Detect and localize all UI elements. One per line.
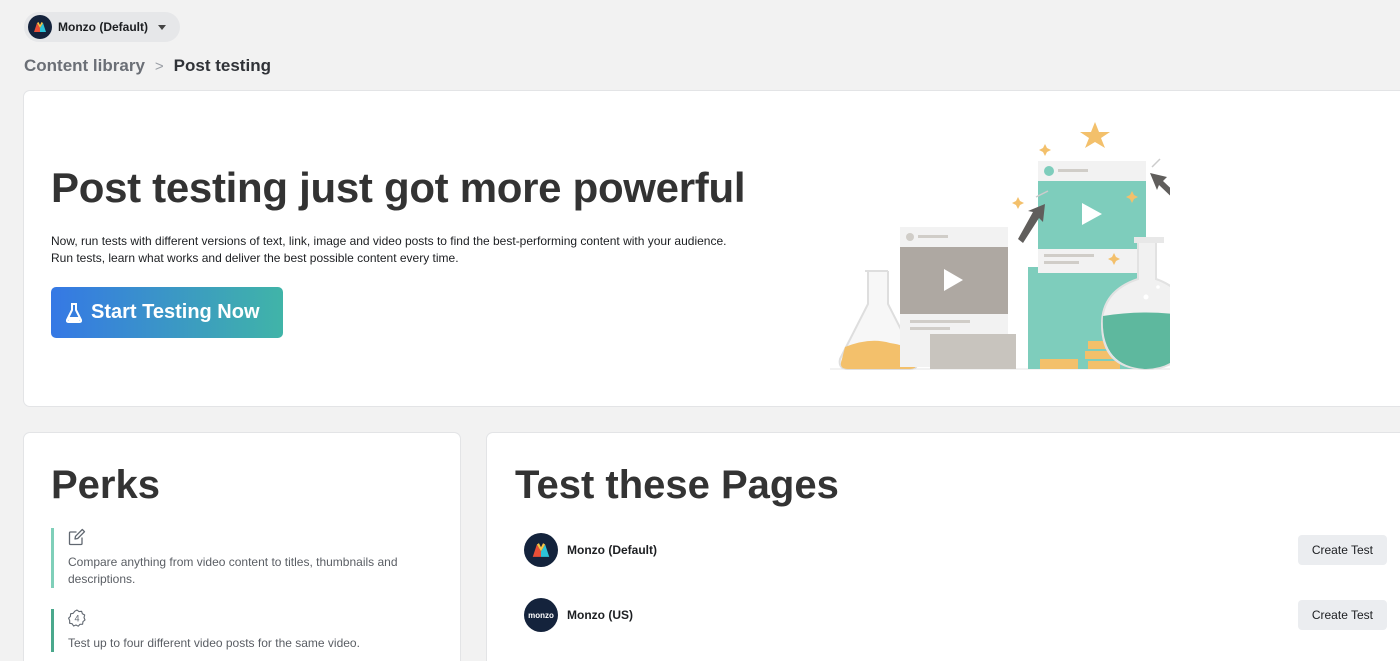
start-testing-button[interactable]: Start Testing Now [51,287,283,338]
left-video-card [900,227,1016,369]
create-test-button[interactable]: Create Test [1297,535,1387,565]
breadcrumb-separator-icon: > [154,57,164,75]
perk-text: Compare anything from video content to t… [68,555,398,586]
test-pages-title: Test these Pages [515,463,839,507]
flask-icon [65,302,83,323]
breadcrumb-current: Post testing [173,56,271,75]
monzo-logo-icon [524,533,558,567]
four-badge-number: 4 [74,614,79,624]
page-row: Monzo (Default) Create Test [524,532,1387,568]
start-testing-label: Start Testing Now [91,301,260,323]
hero-card: Post testing just got more powerful Now,… [24,91,1400,406]
hero-description: Now, run tests with different versions o… [51,233,771,267]
perk-item: Compare anything from video content to t… [51,528,431,588]
perks-title: Perks [51,463,160,507]
hero-title: Post testing just got more powerful [51,164,746,211]
post-testing-page: Monzo (Default) Content library > Post t… [0,0,1400,661]
chevron-down-icon [157,24,166,30]
cursor-arrow-icon [1150,173,1170,196]
account-name: Monzo (Default) [58,20,148,34]
perks-card: Perks Compare anything from video conten… [24,433,460,661]
monzo-logo-icon [28,15,52,39]
right-video-card [1038,161,1146,273]
page-name: Monzo (Default) [567,543,657,557]
monzo-wordmark-icon: monzo [524,598,558,632]
hero-description-line-2: Run tests, learn what works and deliver … [51,251,459,265]
test-pages-card: Test these Pages Monzo (Default) Create … [487,433,1400,661]
breadcrumb-content-library[interactable]: Content library [24,56,145,76]
create-test-button[interactable]: Create Test [1297,600,1387,630]
monzo-wordmark-text: monzo [528,610,554,620]
edit-icon [68,528,86,546]
four-badge-icon: 4 [68,609,86,627]
post-testing-illustration [830,122,1170,371]
perk-text: Test up to four different video posts fo… [68,636,360,650]
page-name: Monzo (US) [567,608,633,622]
page-row: monzo Monzo (US) Create Test [524,597,1387,633]
star-icon [1080,122,1110,148]
breadcrumb: Content library > Post testing [24,56,271,76]
account-selector[interactable]: Monzo (Default) [24,12,180,42]
perk-item: 4 Test up to four different video posts … [51,609,431,652]
hero-description-line-1: Now, run tests with different versions o… [51,234,727,248]
